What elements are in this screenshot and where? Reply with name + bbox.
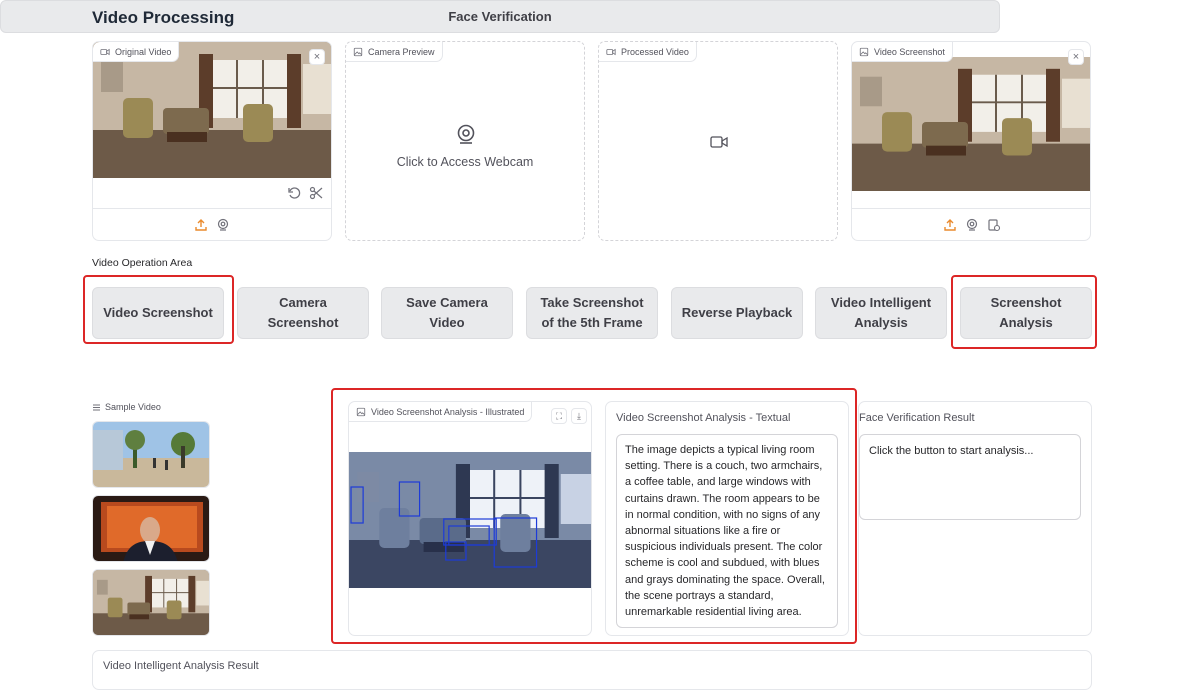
video-screenshot-label: Video Screenshot <box>852 42 953 62</box>
reverse-playback-button[interactable]: Reverse Playback <box>671 287 803 339</box>
image-icon <box>353 47 363 56</box>
processed-video-label: Processed Video <box>599 42 697 62</box>
video-intelligent-analysis-button[interactable]: Video Intelligent Analysis <box>815 287 947 339</box>
upload-icon[interactable] <box>943 218 957 232</box>
close-icon[interactable]: × <box>1068 49 1084 65</box>
video-icon <box>100 48 110 55</box>
sample-video-label-text: Sample Video <box>105 402 161 412</box>
video-screenshot-label-text: Video Screenshot <box>874 46 945 57</box>
webcam-icon <box>457 124 475 144</box>
webcam-icon[interactable] <box>965 218 979 232</box>
save-camera-video-button[interactable]: Save Camera Video <box>381 287 513 339</box>
original-video-panel: Original Video × <box>92 41 332 241</box>
video-icon <box>606 48 616 55</box>
webcam-icon[interactable] <box>216 218 230 232</box>
original-video-player[interactable] <box>93 42 332 178</box>
highlight-box <box>951 275 1097 349</box>
video-screenshot-panel: Video Screenshot × <box>851 41 1091 241</box>
video-screenshot-image <box>852 57 1091 191</box>
image-icon <box>356 407 366 416</box>
close-icon[interactable]: × <box>309 49 325 65</box>
sample-video-label: Sample Video <box>92 402 161 412</box>
intelligent-analysis-result-label: Video Intelligent Analysis Result <box>103 660 259 672</box>
intelligent-analysis-result-panel: Video Intelligent Analysis Result <box>92 650 1092 690</box>
processed-video-panel: Processed Video <box>598 41 838 241</box>
highlight-box <box>331 388 857 644</box>
processed-video-label-text: Processed Video <box>621 46 689 57</box>
upload-icon[interactable] <box>194 218 208 232</box>
take-5th-frame-button[interactable]: Take Screenshot of the 5th Frame <box>526 287 658 339</box>
face-verification-panel: Face Verification Result Click the butto… <box>858 401 1092 636</box>
camera-screenshot-button[interactable]: Camera Screenshot <box>237 287 369 339</box>
original-video-label: Original Video <box>93 42 180 62</box>
illustrated-analysis-label-text: Video Screenshot Analysis - Illustrated <box>371 406 525 417</box>
illustrated-analysis-label: Video Screenshot Analysis - Illustrated <box>349 402 533 422</box>
highlight-box <box>83 275 234 344</box>
page-title: Video Processing <box>92 8 235 27</box>
list-icon <box>93 404 100 410</box>
camera-preview-label-text: Camera Preview <box>368 46 435 57</box>
sample-video-thumb[interactable] <box>92 569 210 636</box>
scissors-icon[interactable] <box>309 186 323 200</box>
camera-preview-panel[interactable]: Camera Preview Click to Access Webcam <box>345 41 585 241</box>
camera-preview-label: Camera Preview <box>346 42 443 62</box>
face-verification-label: Face Verification Result <box>859 412 975 424</box>
operation-area-label: Video Operation Area <box>92 257 193 269</box>
undo-icon[interactable] <box>287 186 301 200</box>
video-placeholder-icon <box>710 136 728 148</box>
download-icon[interactable]: ⤓ <box>571 408 587 424</box>
fullscreen-icon[interactable]: ⛶ <box>551 408 567 424</box>
sample-video-thumb[interactable] <box>92 495 210 562</box>
webcam-access-text[interactable]: Click to Access Webcam <box>346 155 584 169</box>
original-video-label-text: Original Video <box>115 46 172 57</box>
clipboard-icon[interactable] <box>987 218 1001 232</box>
image-icon <box>859 47 869 56</box>
sample-video-thumb[interactable] <box>92 421 210 488</box>
face-verification-output[interactable]: Click the button to start analysis... <box>859 434 1081 520</box>
